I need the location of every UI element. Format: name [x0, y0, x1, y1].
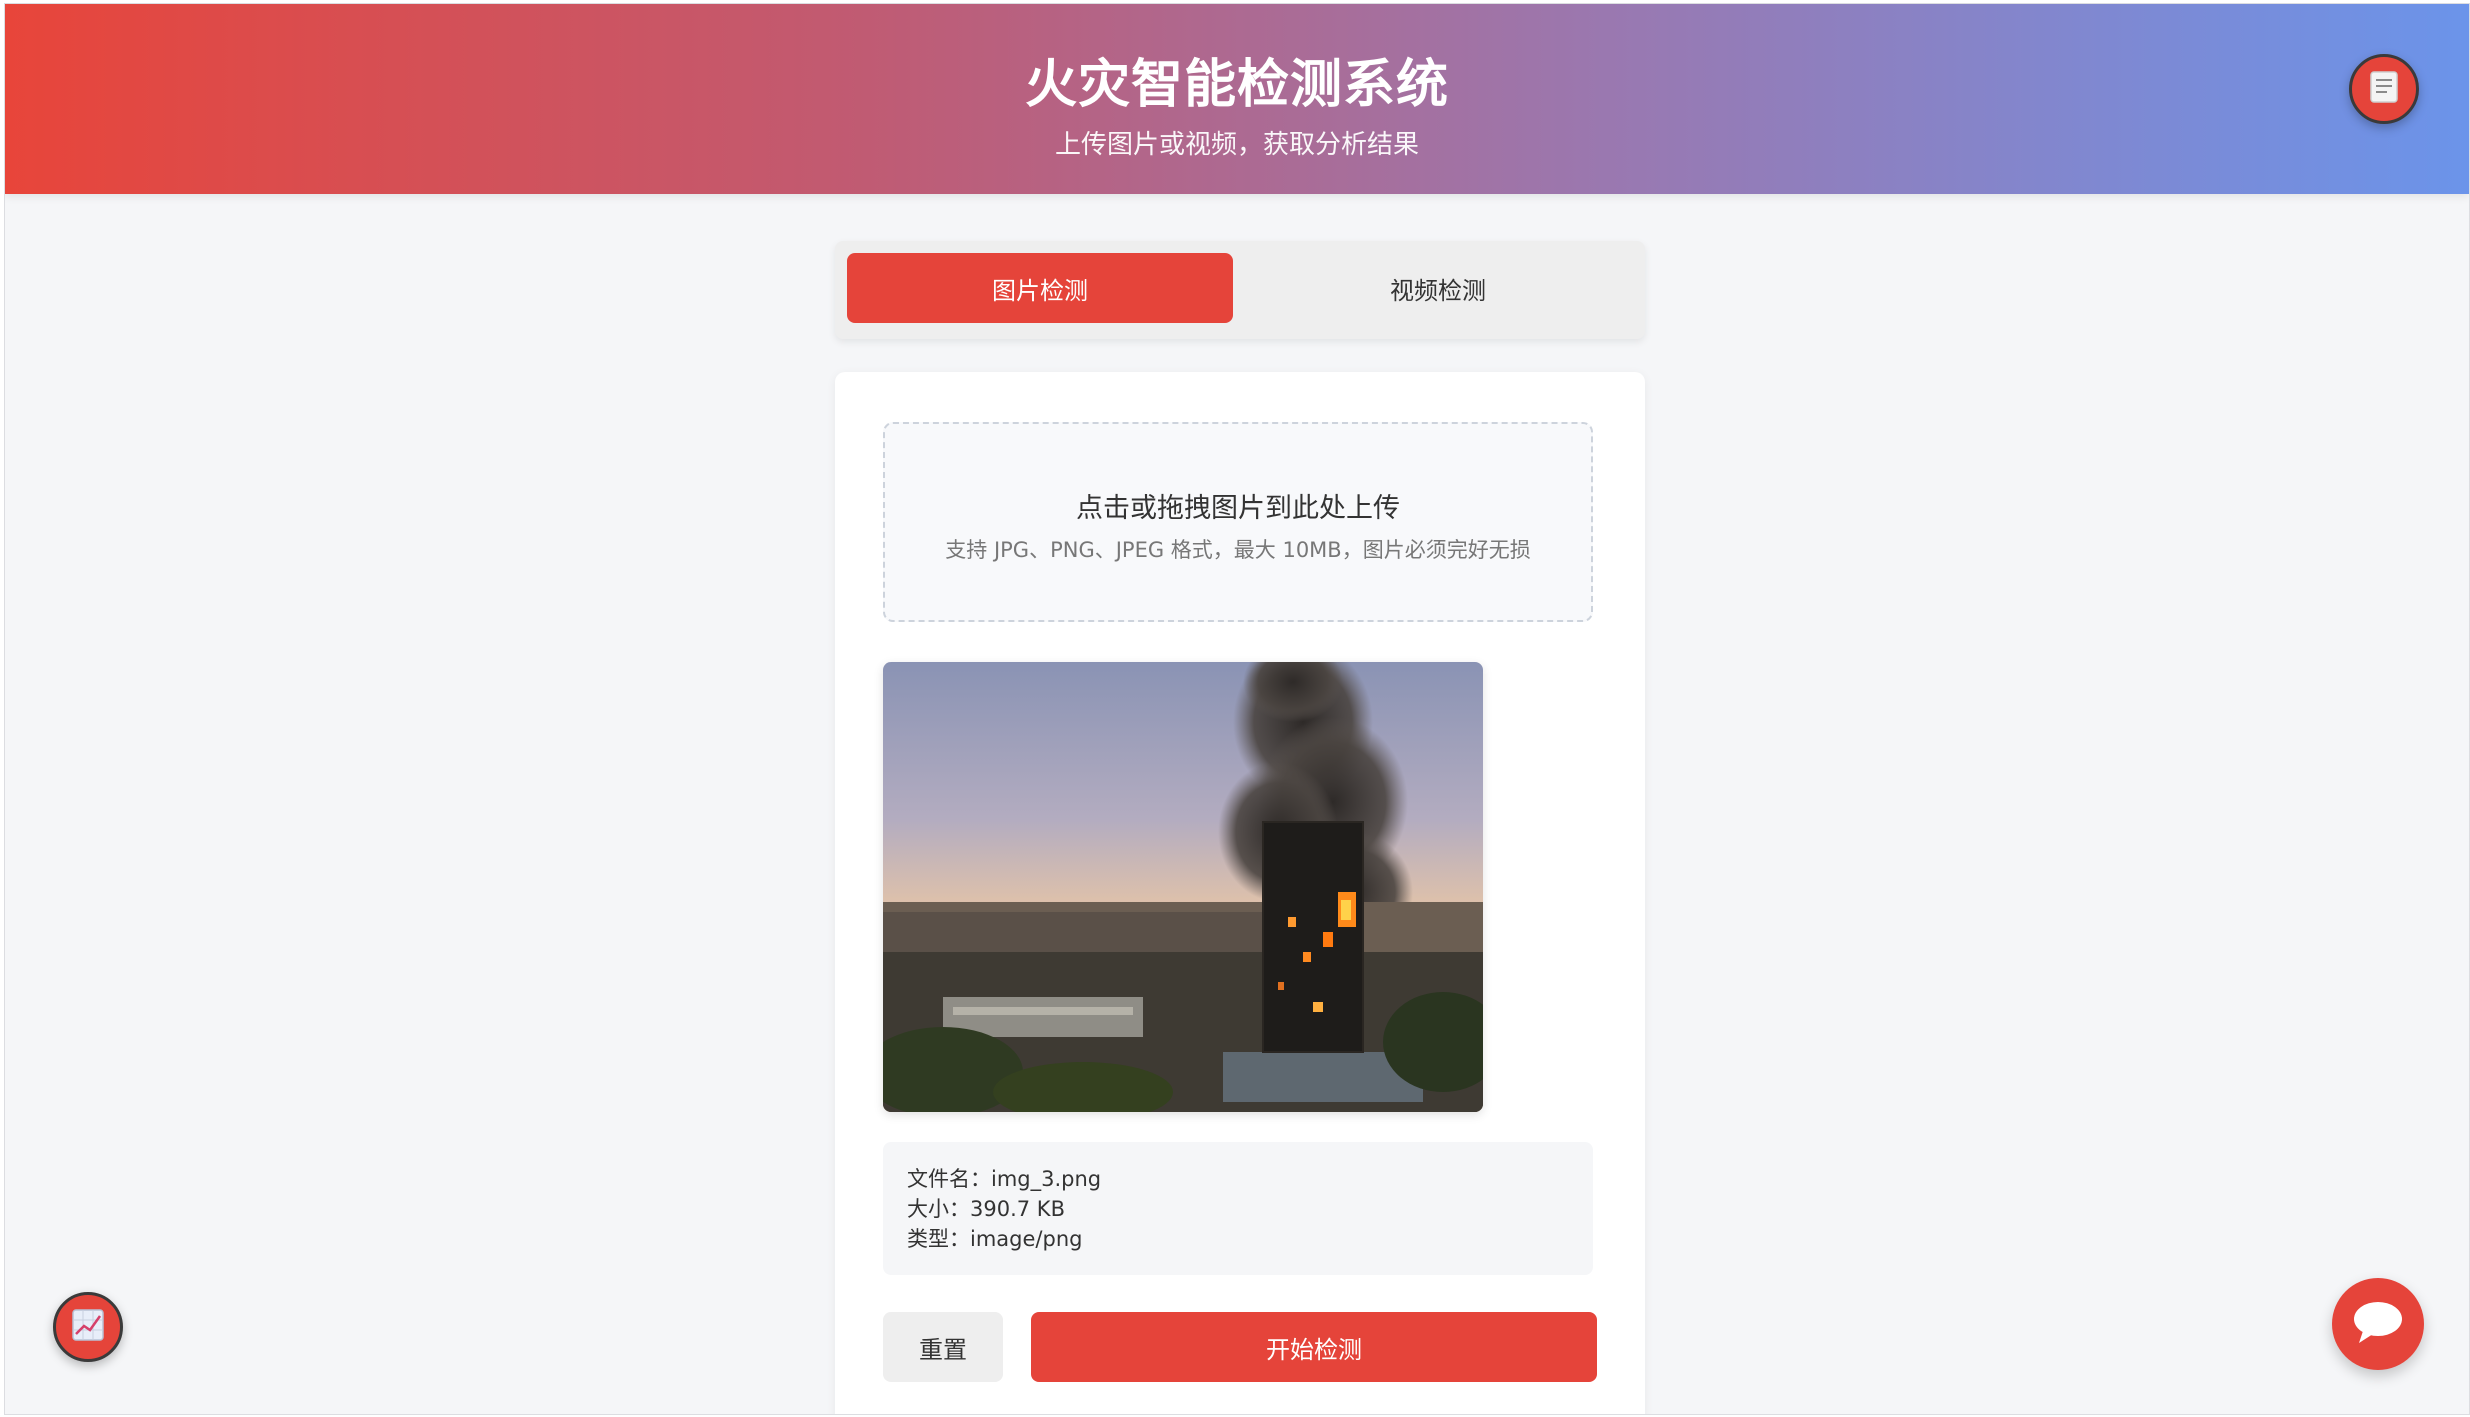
page-header: 火灾智能检测系统 上传图片或视频，获取分析结果	[5, 4, 2469, 194]
file-size-label: 大小：	[907, 1197, 970, 1221]
file-name-row: 文件名：img_3.png	[907, 1164, 1569, 1194]
file-type-label: 类型：	[907, 1227, 970, 1251]
upload-hint: 支持 JPG、PNG、JPEG 格式，最大 10MB，图片必须完好无损	[945, 538, 1531, 562]
app-window: 火灾智能检测系统 上传图片或视频，获取分析结果 图片检测 视频检测 点击或拖拽图…	[4, 3, 2470, 1415]
file-type-value: image/png	[970, 1227, 1083, 1251]
file-size-value: 390.7 KB	[970, 1197, 1065, 1221]
detection-tabs: 图片检测 视频检测	[835, 241, 1645, 339]
document-button[interactable]	[2349, 54, 2419, 124]
page-subtitle: 上传图片或视频，获取分析结果	[1054, 130, 1419, 160]
page-title: 火灾智能检测系统	[1024, 55, 1449, 115]
upload-card: 点击或拖拽图片到此处上传 支持 JPG、PNG、JPEG 格式，最大 10MB，…	[835, 372, 1645, 1414]
chat-bubble-icon	[2351, 1299, 2405, 1349]
file-type-row: 类型：image/png	[907, 1224, 1569, 1254]
chat-button[interactable]	[2332, 1278, 2424, 1370]
upload-dropzone[interactable]: 点击或拖拽图片到此处上传 支持 JPG、PNG、JPEG 格式，最大 10MB，…	[883, 422, 1593, 622]
tab-image-detection[interactable]: 图片检测	[847, 253, 1233, 323]
file-name-value: img_3.png	[991, 1167, 1102, 1191]
tab-video-detection[interactable]: 视频检测	[1245, 253, 1631, 323]
reset-button[interactable]: 重置	[883, 1312, 1003, 1382]
file-name-label: 文件名：	[907, 1167, 991, 1191]
upload-title: 点击或拖拽图片到此处上传	[1076, 493, 1400, 524]
start-detection-button[interactable]: 开始检测	[1031, 1312, 1597, 1382]
chart-button[interactable]	[53, 1292, 123, 1362]
file-size-row: 大小：390.7 KB	[907, 1194, 1569, 1224]
image-preview	[883, 662, 1483, 1112]
document-icon	[2369, 70, 2399, 108]
chart-icon	[71, 1308, 105, 1346]
file-info-panel: 文件名：img_3.png 大小：390.7 KB 类型：image/png	[883, 1142, 1593, 1275]
fire-building-photo	[883, 662, 1483, 1112]
